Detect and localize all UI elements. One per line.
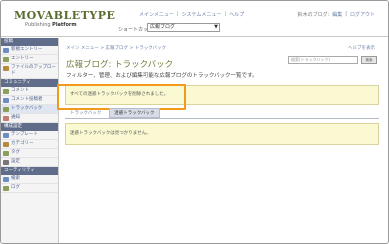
- sidebar-item[interactable]: 検索: [1, 175, 58, 184]
- main-menu-link[interactable]: メインメニュー: [139, 11, 174, 18]
- comment-icon: [3, 88, 9, 94]
- search-icon: [3, 176, 9, 182]
- trackback-icon: [3, 106, 9, 112]
- sidebar-item[interactable]: 通知: [1, 114, 58, 123]
- notification-icon: [3, 115, 9, 121]
- upload-icon: [3, 65, 9, 71]
- sidebar-item-label: 設定: [11, 159, 20, 164]
- logo-sub-prefix: Publishing: [25, 22, 51, 28]
- category-icon: [3, 141, 9, 147]
- new-entry-icon: [3, 47, 9, 53]
- search-input[interactable]: 検索(トラックバック): [288, 56, 358, 64]
- app-window: MOVABLETYPE Publishing Platform メインメニュー …: [0, 0, 389, 244]
- chevron-down-icon: ▼: [214, 24, 218, 30]
- commenter-icon: [3, 97, 9, 103]
- sidebar-item[interactable]: トラックバック: [1, 105, 58, 114]
- tab-bar: トラックバック 迷惑トラックバック: [65, 108, 160, 118]
- top-nav: メインメニュー | システムメニュー | ヘルプ: [139, 11, 244, 18]
- nav-separator: |: [345, 11, 347, 17]
- sidebar: 投稿 新規エントリー エントリーファイルのアップロードコミュニティ コメントコメント投…: [1, 38, 59, 243]
- sidebar-item[interactable]: 設定: [1, 158, 58, 167]
- edit-profile-link[interactable]: 編集: [332, 11, 342, 18]
- search-button[interactable]: 検索: [361, 56, 377, 64]
- sidebar-item-label: コメント: [11, 88, 29, 93]
- tab-trackbacks[interactable]: トラックバック: [65, 108, 106, 118]
- sidebar-item-label: コメント投稿者: [11, 97, 43, 102]
- sidebar-section-header: 構成設定: [1, 123, 58, 131]
- logo[interactable]: MOVABLETYPE: [14, 9, 115, 22]
- sidebar-section-header: ユーティリティ: [1, 167, 58, 175]
- empty-message: 迷惑トラックバックは見つかりません。: [65, 123, 379, 145]
- header: MOVABLETYPE Publishing Platform メインメニュー …: [1, 1, 388, 37]
- sidebar-item-label: トラックバック: [11, 106, 43, 111]
- sidebar-item-label: ログ: [11, 185, 20, 190]
- sidebar-item-label: 通知: [11, 115, 20, 120]
- nav-separator: |: [176, 11, 179, 17]
- logo-sub-bold: Platform: [52, 22, 77, 28]
- sidebar-section-header: コミュニティ: [1, 79, 58, 87]
- page-description: フィルター、管理、および編集可能な広報ブログのトラックバック一覧です。: [66, 73, 258, 79]
- tab-junk-trackbacks[interactable]: 迷惑トラックバック: [109, 108, 160, 118]
- sidebar-item[interactable]: タグ: [1, 149, 58, 158]
- logout-link[interactable]: ログアウト: [350, 11, 375, 18]
- sidebar-item[interactable]: テンプレート: [1, 131, 58, 140]
- sidebar-item-label: ファイルのアップロード: [11, 65, 56, 76]
- sidebar-item[interactable]: エントリー: [1, 55, 58, 64]
- sidebar-item[interactable]: カテゴリー: [1, 140, 58, 149]
- sidebar-item-label: タグ: [11, 150, 20, 155]
- blog-select[interactable]: 広報ブログ ▼: [147, 23, 220, 32]
- user-text: 鈴木のブログ:: [297, 12, 330, 18]
- sidebar-item-label: 新規エントリー: [11, 47, 43, 52]
- sidebar-item-label: テンプレート: [11, 132, 38, 137]
- sidebar-item-label: エントリー: [11, 56, 34, 61]
- system-menu-link[interactable]: システムメニュー: [182, 11, 222, 18]
- sidebar-item[interactable]: コメント: [1, 87, 58, 96]
- user-area: 鈴木のブログ: 編集 | ログアウト: [298, 11, 375, 18]
- sidebar-item[interactable]: ファイルのアップロード: [1, 64, 58, 79]
- sidebar-item-label: 検索: [11, 176, 20, 181]
- show-help-link[interactable]: ヘルプを表示: [348, 45, 375, 51]
- sidebar-item-label: カテゴリー: [11, 141, 34, 146]
- sidebar-item[interactable]: ログ: [1, 184, 58, 193]
- sidebar-item[interactable]: コメント投稿者: [1, 96, 58, 105]
- tag-icon: [3, 150, 9, 156]
- sidebar-section-header: 投稿: [1, 38, 58, 46]
- blog-select-value: 広報ブログ: [150, 24, 176, 30]
- success-message: すべての迷惑トラックバックを削除されました。: [65, 85, 379, 105]
- breadcrumb[interactable]: メイン メニュー > 広報ブログ > トラックバック: [66, 45, 166, 51]
- tab-divider: [65, 118, 379, 119]
- entry-icon: [3, 56, 9, 62]
- settings-icon: [3, 159, 9, 165]
- sidebar-item[interactable]: 新規エントリー: [1, 46, 58, 55]
- help-link[interactable]: ヘルプ: [229, 11, 244, 18]
- logo-subtitle: Publishing Platform: [25, 22, 77, 28]
- page-title: 広報ブログ: トラックバック: [66, 60, 174, 70]
- nav-separator: |: [224, 11, 227, 17]
- template-icon: [3, 132, 9, 138]
- log-icon: [3, 185, 9, 191]
